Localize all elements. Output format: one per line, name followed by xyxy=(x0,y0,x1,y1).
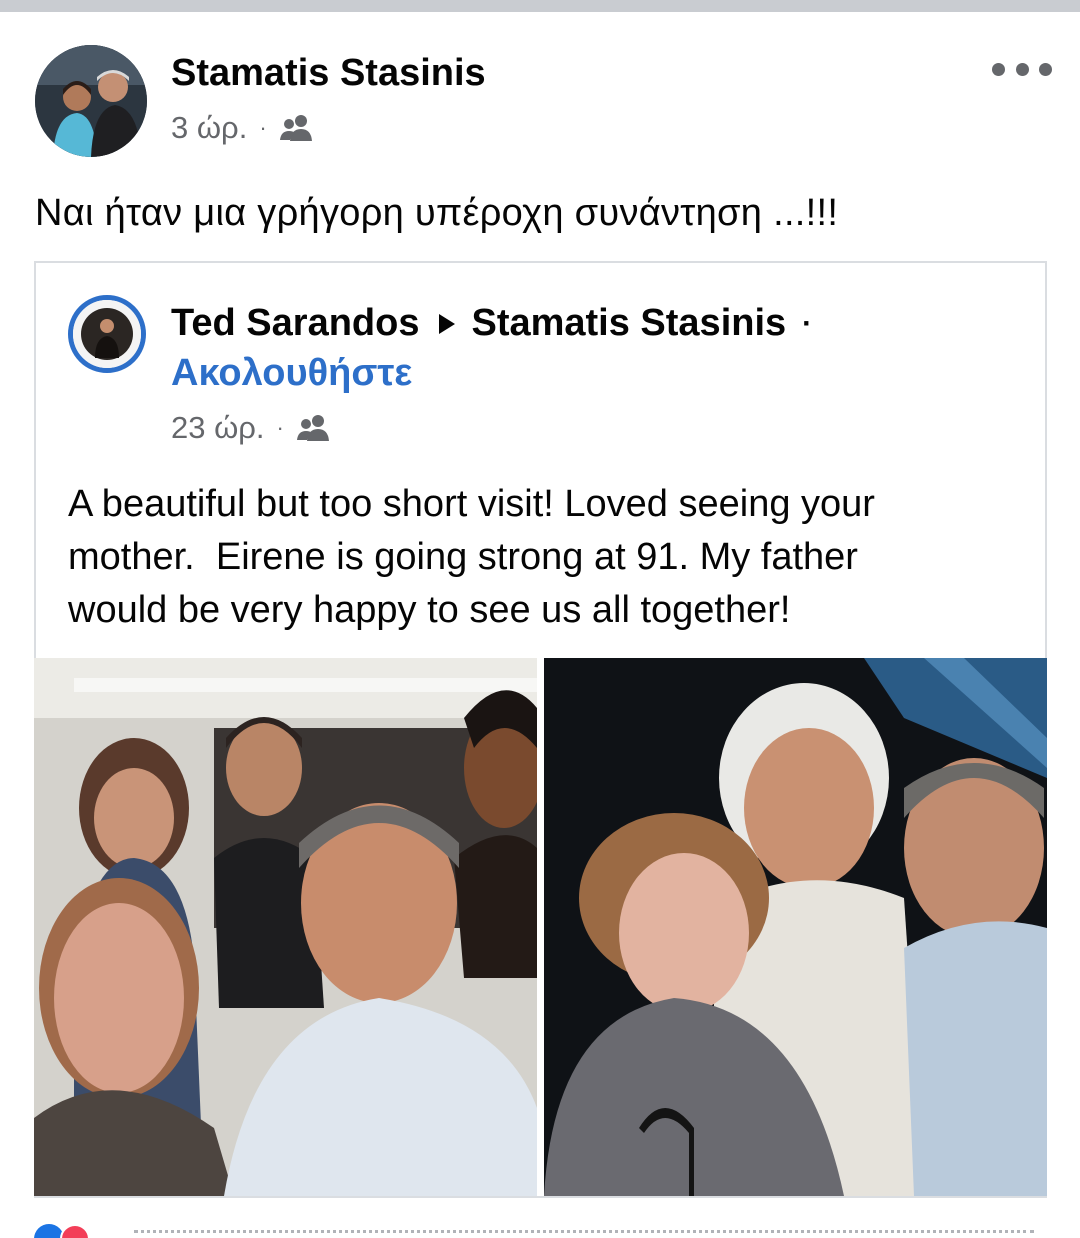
follow-button[interactable]: Ακολουθήστε xyxy=(171,352,412,395)
shared-header: Ted Sarandos Stamatis Stasinis · xyxy=(171,302,812,345)
shared-meta: 23 ώρ. · xyxy=(171,410,332,446)
meta-separator: · xyxy=(276,415,284,440)
meta-separator: · xyxy=(259,115,267,140)
post-text: Ναι ήταν μια γρήγορη υπέροχη συνάντηση .… xyxy=(35,192,839,234)
dot-icon xyxy=(1015,62,1029,76)
reaction-summary xyxy=(134,1230,1034,1234)
shared-time[interactable]: 23 ώρ. xyxy=(171,410,265,446)
friends-icon[interactable] xyxy=(279,113,315,143)
shared-post-text: A beautiful but too short visit! Loved s… xyxy=(68,478,988,637)
shared-text-line: would be very happy to see us all togeth… xyxy=(68,589,791,631)
photo-group-selfie[interactable] xyxy=(34,658,537,1196)
friends-icon[interactable] xyxy=(296,413,332,443)
reactions-row[interactable] xyxy=(34,1224,1047,1238)
author-name[interactable]: Stamatis Stasinis xyxy=(171,52,486,95)
author-avatar[interactable] xyxy=(35,45,147,157)
photo-three-people[interactable] xyxy=(544,658,1047,1196)
play-arrow-icon xyxy=(439,313,456,334)
post-meta: 3 ώρ. · xyxy=(171,110,315,146)
love-reaction-icon xyxy=(60,1224,90,1238)
more-options-button[interactable] xyxy=(992,52,1052,86)
dot-icon xyxy=(1039,62,1052,76)
shared-text-line: mother. Eirene is going strong at 91. My… xyxy=(68,536,858,578)
shared-text-line: A beautiful but too short visit! Loved s… xyxy=(68,483,875,525)
shared-target-name[interactable]: Stamatis Stasinis xyxy=(471,302,786,345)
shared-author-name[interactable]: Ted Sarandos xyxy=(171,302,419,345)
top-divider xyxy=(0,0,1080,12)
shared-author-avatar[interactable] xyxy=(68,295,146,373)
post-time[interactable]: 3 ώρ. xyxy=(171,110,247,146)
dot-icon xyxy=(992,62,1005,76)
header-separator: · xyxy=(802,306,813,340)
